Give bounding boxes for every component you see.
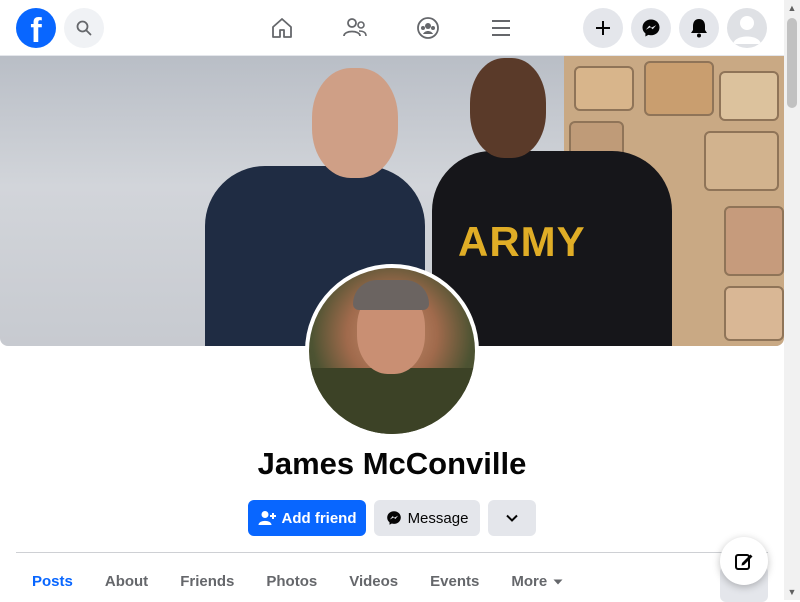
groups-icon xyxy=(417,17,439,39)
scroll-thumb[interactable] xyxy=(787,18,797,108)
profile-photo xyxy=(309,268,475,434)
add-friend-button[interactable]: Add friend xyxy=(248,500,366,536)
chevron-down-icon xyxy=(506,514,518,522)
profile-name: James McConville xyxy=(257,446,527,481)
home-icon xyxy=(272,18,292,38)
new-message-button[interactable] xyxy=(720,537,768,585)
profile-picture[interactable] xyxy=(305,264,479,438)
search-button[interactable] xyxy=(64,8,104,48)
hair xyxy=(353,280,429,310)
create-button[interactable] xyxy=(583,8,623,48)
bell-icon xyxy=(691,19,707,38)
tab-about[interactable]: About xyxy=(89,562,164,602)
person-left-head xyxy=(312,68,398,178)
tab-videos[interactable]: Videos xyxy=(333,562,414,602)
army-shirt-text: ARMY xyxy=(458,218,586,265)
search-icon xyxy=(76,20,92,36)
message-button[interactable]: Message xyxy=(374,500,480,536)
page-scrollbar[interactable]: ▲ ▼ xyxy=(784,0,800,600)
plus-icon xyxy=(596,21,610,35)
top-navigation-bar: f xyxy=(0,0,784,56)
scroll-down-arrow[interactable]: ▼ xyxy=(784,584,800,600)
groups-nav[interactable] xyxy=(412,12,444,44)
scroll-up-arrow[interactable]: ▲ xyxy=(784,0,800,16)
compose-icon xyxy=(735,554,753,570)
tab-events[interactable]: Events xyxy=(414,562,495,602)
more-actions-button[interactable] xyxy=(488,500,536,536)
section-divider xyxy=(16,552,768,553)
friends-icon xyxy=(343,18,367,37)
add-friend-label: Add friend xyxy=(281,509,357,527)
tab-more[interactable]: More xyxy=(495,562,579,602)
tab-more-label: More xyxy=(511,573,548,590)
uniform xyxy=(309,368,475,434)
add-friend-icon xyxy=(258,511,276,525)
person-right-head xyxy=(470,58,546,158)
notifications-button[interactable] xyxy=(679,8,719,48)
messenger-icon xyxy=(642,19,660,37)
messenger-icon xyxy=(386,511,401,525)
caret-down-icon xyxy=(553,579,563,585)
default-user-icon xyxy=(733,16,761,44)
home-nav[interactable] xyxy=(266,12,298,44)
account-avatar[interactable] xyxy=(727,8,767,48)
tab-friends[interactable]: Friends xyxy=(164,562,250,602)
menu-nav[interactable] xyxy=(485,12,517,44)
tab-photos[interactable]: Photos xyxy=(250,562,333,602)
tab-posts[interactable]: Posts xyxy=(16,562,89,602)
menu-icon xyxy=(492,20,510,36)
facebook-logo[interactable]: f xyxy=(16,8,56,48)
friends-nav[interactable] xyxy=(339,12,371,44)
message-label: Message xyxy=(407,509,469,527)
profile-tabs: Posts About Friends Photos Videos Events… xyxy=(16,562,579,602)
messenger-button[interactable] xyxy=(631,8,671,48)
